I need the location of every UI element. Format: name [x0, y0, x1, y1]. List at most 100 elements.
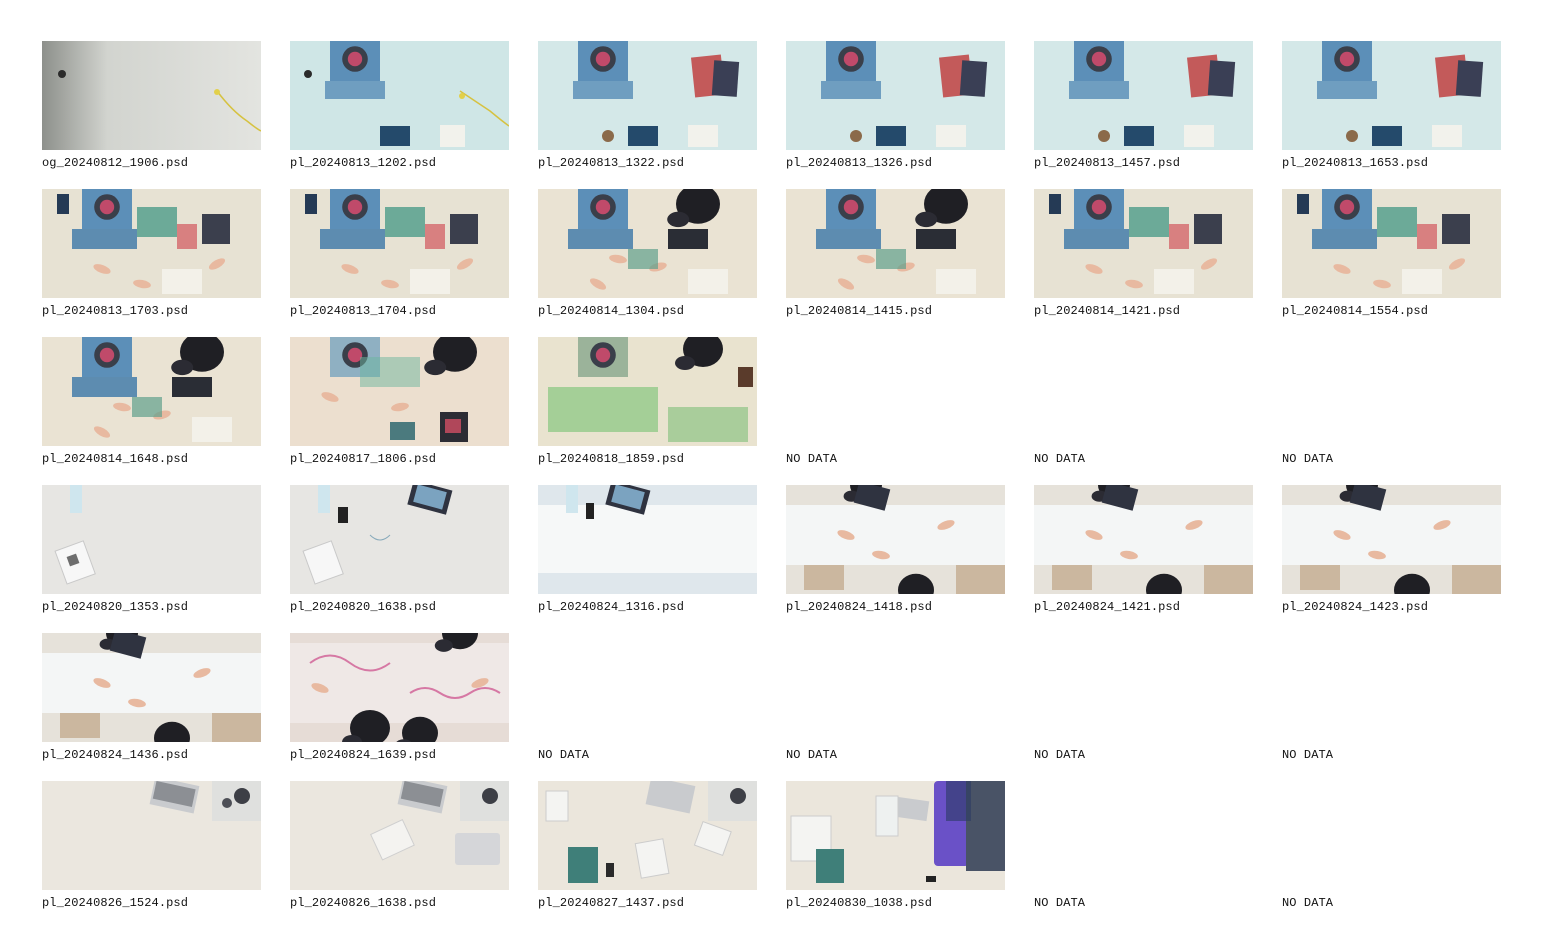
- thumbnail-item[interactable]: pl_20240824_1418.psd: [786, 485, 1005, 633]
- thumbnail-item[interactable]: pl_20240813_1703.psd: [42, 189, 261, 337]
- thumbnail-filename: pl_20240817_1806.psd: [290, 452, 437, 466]
- thumbnail-item-empty: NO DATA: [786, 633, 1005, 781]
- thumbnail-filename: pl_20240826_1524.psd: [42, 896, 189, 910]
- thumbnail-filename: pl_20240814_1648.psd: [42, 452, 189, 466]
- contact-sheet-page: { "thumbnails": [ {"label": "og_20240812…: [0, 0, 1544, 951]
- thumbnail-filename: pl_20240824_1418.psd: [786, 600, 933, 614]
- thumbnail-item[interactable]: pl_20240820_1353.psd: [42, 485, 261, 633]
- thumbnail-image[interactable]: [42, 781, 261, 890]
- thumbnail-filename: pl_20240813_1326.psd: [786, 156, 933, 170]
- thumbnail-filename: pl_20240813_1704.psd: [290, 304, 437, 318]
- thumbnail-image[interactable]: [786, 485, 1005, 594]
- thumbnail-item[interactable]: pl_20240817_1806.psd: [290, 337, 509, 485]
- no-data-label: NO DATA: [1282, 452, 1334, 466]
- thumbnail-filename: pl_20240813_1653.psd: [1282, 156, 1429, 170]
- thumbnail-item[interactable]: pl_20240824_1436.psd: [42, 633, 261, 781]
- thumbnail-item[interactable]: pl_20240813_1326.psd: [786, 41, 1005, 189]
- thumbnail-filename: pl_20240827_1437.psd: [538, 896, 685, 910]
- thumbnail-item[interactable]: pl_20240813_1322.psd: [538, 41, 757, 189]
- thumbnail-image[interactable]: [538, 337, 757, 446]
- thumbnail-filename: pl_20240826_1638.psd: [290, 896, 437, 910]
- thumbnail-image[interactable]: [290, 337, 509, 446]
- thumbnail-item[interactable]: pl_20240820_1638.psd: [290, 485, 509, 633]
- thumbnail-image[interactable]: [538, 41, 757, 150]
- thumbnail-item[interactable]: pl_20240814_1415.psd: [786, 189, 1005, 337]
- thumbnail-image[interactable]: [290, 485, 509, 594]
- thumbnail-item[interactable]: pl_20240830_1038.psd: [786, 781, 1005, 929]
- no-data-label: NO DATA: [538, 748, 590, 762]
- thumbnail-image[interactable]: [1282, 41, 1501, 150]
- no-data-label: NO DATA: [1034, 748, 1086, 762]
- thumbnail-filename: pl_20240813_1322.psd: [538, 156, 685, 170]
- thumbnail-filename: pl_20240814_1554.psd: [1282, 304, 1429, 318]
- thumbnail-filename: pl_20240820_1638.psd: [290, 600, 437, 614]
- thumbnail-filename: pl_20240820_1353.psd: [42, 600, 189, 614]
- thumbnail-image[interactable]: [1034, 41, 1253, 150]
- thumbnail-image[interactable]: [538, 781, 757, 890]
- thumbnail-item[interactable]: pl_20240818_1859.psd: [538, 337, 757, 485]
- thumbnail-image[interactable]: [290, 633, 509, 742]
- thumbnail-filename: pl_20240814_1304.psd: [538, 304, 685, 318]
- thumbnail-item[interactable]: pl_20240813_1653.psd: [1282, 41, 1501, 189]
- thumbnail-item[interactable]: pl_20240824_1639.psd: [290, 633, 509, 781]
- thumbnail-image[interactable]: [42, 189, 261, 298]
- thumbnail-item-empty: NO DATA: [1282, 781, 1501, 929]
- thumbnail-image[interactable]: [538, 485, 757, 594]
- thumbnail-image[interactable]: [1034, 485, 1253, 594]
- no-data-label: NO DATA: [1282, 748, 1334, 762]
- thumbnail-item[interactable]: pl_20240813_1457.psd: [1034, 41, 1253, 189]
- thumbnail-item[interactable]: pl_20240814_1648.psd: [42, 337, 261, 485]
- thumbnail-image[interactable]: [42, 41, 261, 150]
- thumbnail-image[interactable]: [1282, 189, 1501, 298]
- thumbnail-image[interactable]: [290, 41, 509, 150]
- thumbnail-item[interactable]: pl_20240824_1423.psd: [1282, 485, 1501, 633]
- thumbnail-item[interactable]: pl_20240814_1421.psd: [1034, 189, 1253, 337]
- thumbnail-filename: pl_20240813_1457.psd: [1034, 156, 1181, 170]
- thumbnail-filename: pl_20240814_1415.psd: [786, 304, 933, 318]
- thumbnail-item-empty: NO DATA: [1034, 337, 1253, 485]
- thumbnail-item-empty: NO DATA: [1282, 337, 1501, 485]
- thumbnail-grid: og_20240812_1906.psd pl_20240813_1202.psd…: [42, 41, 1501, 929]
- thumbnail-filename: pl_20240813_1202.psd: [290, 156, 437, 170]
- no-data-label: NO DATA: [786, 452, 838, 466]
- thumbnail-image[interactable]: [786, 41, 1005, 150]
- thumbnail-filename: pl_20240830_1038.psd: [786, 896, 933, 910]
- thumbnail-filename: pl_20240824_1316.psd: [538, 600, 685, 614]
- thumbnail-filename: pl_20240814_1421.psd: [1034, 304, 1181, 318]
- thumbnail-item[interactable]: pl_20240814_1304.psd: [538, 189, 757, 337]
- thumbnail-filename: pl_20240824_1423.psd: [1282, 600, 1429, 614]
- thumbnail-filename: pl_20240824_1436.psd: [42, 748, 189, 762]
- thumbnail-image[interactable]: [786, 781, 1005, 890]
- no-data-label: NO DATA: [1034, 896, 1086, 910]
- thumbnail-image[interactable]: [786, 189, 1005, 298]
- thumbnail-item[interactable]: pl_20240826_1638.psd: [290, 781, 509, 929]
- thumbnail-image[interactable]: [290, 781, 509, 890]
- thumbnail-image[interactable]: [290, 189, 509, 298]
- no-data-label: NO DATA: [1282, 896, 1334, 910]
- no-data-label: NO DATA: [1034, 452, 1086, 466]
- thumbnail-item[interactable]: pl_20240824_1421.psd: [1034, 485, 1253, 633]
- thumbnail-image[interactable]: [1034, 189, 1253, 298]
- no-data-label: NO DATA: [786, 748, 838, 762]
- thumbnail-item-empty: NO DATA: [538, 633, 757, 781]
- thumbnail-item[interactable]: pl_20240814_1554.psd: [1282, 189, 1501, 337]
- thumbnail-item-empty: NO DATA: [1034, 781, 1253, 929]
- thumbnail-image[interactable]: [42, 485, 261, 594]
- thumbnail-image[interactable]: [538, 189, 757, 298]
- thumbnail-image[interactable]: [1282, 485, 1501, 594]
- thumbnail-filename: pl_20240813_1703.psd: [42, 304, 189, 318]
- thumbnail-item-empty: NO DATA: [1034, 633, 1253, 781]
- thumbnail-item[interactable]: og_20240812_1906.psd: [42, 41, 261, 189]
- thumbnail-filename: og_20240812_1906.psd: [42, 156, 189, 170]
- thumbnail-item[interactable]: pl_20240813_1202.psd: [290, 41, 509, 189]
- thumbnail-image[interactable]: [42, 633, 261, 742]
- thumbnail-image[interactable]: [42, 337, 261, 446]
- thumbnail-filename: pl_20240824_1639.psd: [290, 748, 437, 762]
- thumbnail-item[interactable]: pl_20240813_1704.psd: [290, 189, 509, 337]
- thumbnail-item[interactable]: pl_20240827_1437.psd: [538, 781, 757, 929]
- thumbnail-filename: pl_20240818_1859.psd: [538, 452, 685, 466]
- thumbnail-item-empty: NO DATA: [786, 337, 1005, 485]
- thumbnail-item-empty: NO DATA: [1282, 633, 1501, 781]
- thumbnail-item[interactable]: pl_20240826_1524.psd: [42, 781, 261, 929]
- thumbnail-item[interactable]: pl_20240824_1316.psd: [538, 485, 757, 633]
